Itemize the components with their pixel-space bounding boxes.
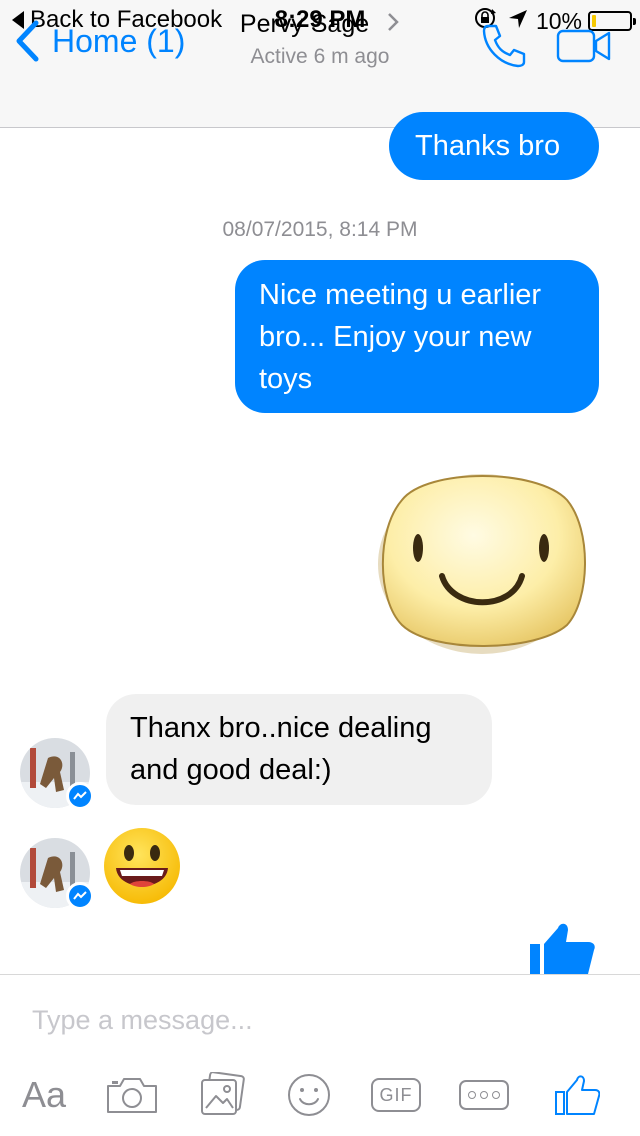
message-text-line: Nice meeting u earlier (259, 279, 542, 311)
video-icon (556, 29, 611, 63)
more-icon (459, 1080, 509, 1110)
like-outline-icon (555, 1075, 600, 1115)
message-text-line: and good deal:) (130, 754, 332, 786)
sticker-smiley[interactable] (372, 460, 592, 665)
message-text-line: toys (259, 363, 313, 395)
phone-icon (482, 24, 526, 68)
chat-title[interactable]: Pervy Sage Active 6 m ago (0, 10, 640, 69)
camera-icon (107, 1078, 157, 1113)
message-text-line: bro... Enjoy your new (259, 321, 532, 353)
sent-like[interactable] (528, 920, 596, 979)
smiley-sticker-icon (378, 474, 586, 654)
outgoing-message[interactable]: Nice meeting u earlier bro... Enjoy your… (235, 260, 599, 413)
contact-status: Active 6 m ago (250, 45, 390, 68)
photo-button[interactable] (196, 1065, 248, 1125)
message-text: Thanks bro (415, 130, 561, 162)
grinning-emoji-icon (104, 828, 180, 904)
composer: Aa GIF (0, 974, 640, 1136)
emoji-message[interactable] (100, 826, 184, 911)
message-text-line: Thanx bro..nice dealing (130, 712, 432, 744)
outgoing-message[interactable]: Thanks bro (389, 112, 599, 180)
chevron-right-icon (388, 13, 399, 31)
emoji-icon (288, 1074, 330, 1116)
call-button[interactable] (480, 22, 528, 73)
video-call-button[interactable] (556, 28, 612, 69)
message-input[interactable] (22, 975, 632, 1065)
photo-icon (201, 1072, 245, 1115)
gif-label: GIF (379, 1084, 413, 1105)
more-button[interactable] (456, 1065, 512, 1125)
contact-name-row: Pervy Sage (0, 10, 640, 39)
contact-name: Pervy Sage (239, 10, 370, 38)
like-icon (530, 923, 595, 974)
incoming-message[interactable]: Thanx bro..nice dealing and good deal:) (106, 694, 492, 805)
gif-button[interactable]: GIF (368, 1065, 424, 1125)
messenger-badge-icon (66, 882, 94, 910)
like-button[interactable] (550, 1065, 604, 1125)
messenger-badge-icon (66, 782, 94, 810)
emoji-button[interactable] (284, 1065, 334, 1125)
gif-icon: GIF (371, 1078, 421, 1112)
text-format-button[interactable]: Aa (14, 1065, 74, 1125)
camera-button[interactable] (104, 1065, 160, 1125)
message-timestamp: 08/07/2015, 8:14 PM (222, 218, 418, 241)
text-format-label: Aa (21, 1074, 67, 1115)
